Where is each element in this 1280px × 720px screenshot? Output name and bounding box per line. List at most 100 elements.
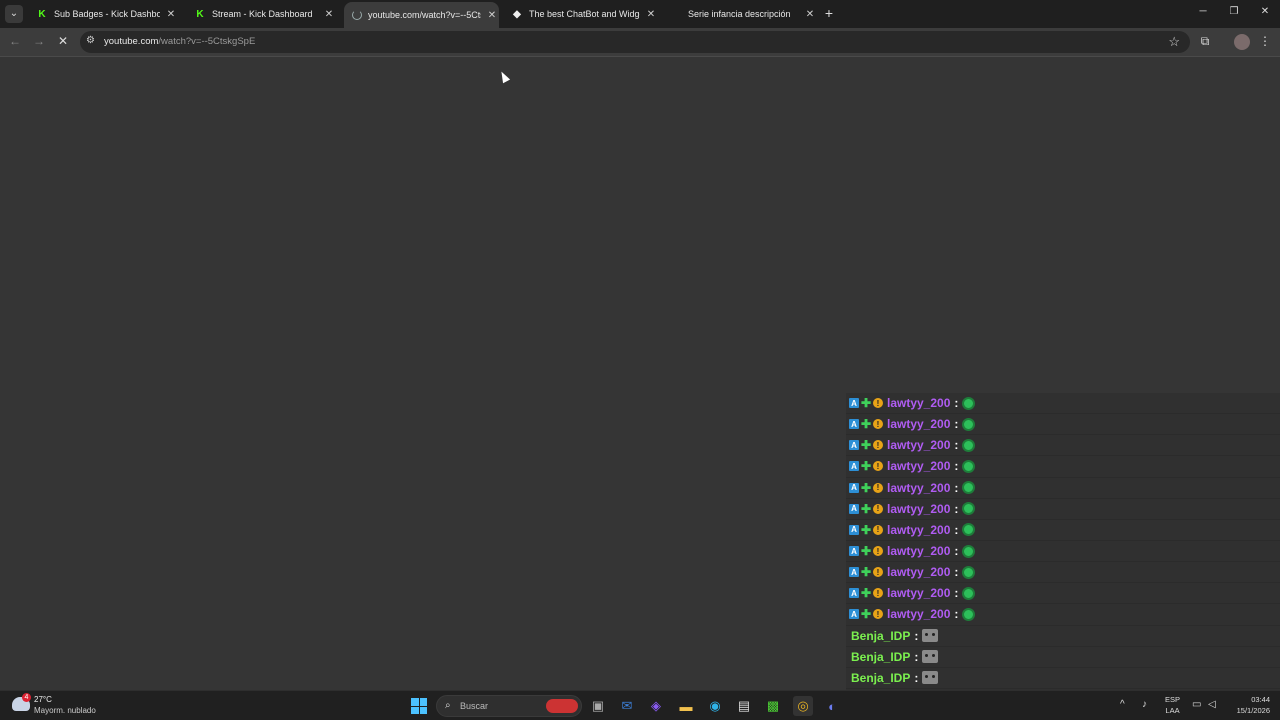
arrow-right-icon: → <box>33 34 45 48</box>
search-highlight-icon <box>546 699 578 713</box>
chat-username[interactable]: lawtyy_200 <box>887 565 950 579</box>
url-text[interactable]: youtube.com/watch?v=--5CtskgSpE <box>104 36 255 47</box>
taskbar-search[interactable]: ⌕ Buscar <box>436 695 582 717</box>
close-icon[interactable]: ✕ <box>485 10 499 21</box>
gift-emote-icon <box>962 459 976 473</box>
chat-message: A ✚! lawtyy_200: <box>846 393 1280 415</box>
subscriber-badge-icon: ✚ <box>860 417 872 432</box>
new-tab-button[interactable]: + <box>822 6 836 20</box>
network-icon[interactable]: ▭ <box>1192 699 1201 710</box>
close-icon[interactable]: ✕ <box>644 9 658 20</box>
close-window-button[interactable]: ✕ <box>1258 6 1272 17</box>
gifter-badge-icon: ! <box>873 461 883 472</box>
close-icon[interactable]: ✕ <box>322 9 336 20</box>
browser-tab-strip: ⌄ K Sub Badges - Kick Dashboard ✕ K Stre… <box>0 0 1280 28</box>
gifter-badge-icon: ! <box>873 609 883 620</box>
search-placeholder: Buscar <box>460 701 489 711</box>
loading-spinner-icon <box>352 10 362 20</box>
weather-condition[interactable]: Mayorm. nublado <box>34 706 96 715</box>
clock-date: 15/1/2026 <box>1236 706 1270 715</box>
profile-avatar[interactable] <box>1234 34 1250 50</box>
chat-username[interactable]: lawtyy_200 <box>887 438 950 452</box>
system-clock[interactable]: 03:44 15/1/2026 <box>1228 694 1270 716</box>
tab-sub-badges[interactable]: K Sub Badges - Kick Dashboard ✕ <box>28 3 178 25</box>
windows-start-icon[interactable] <box>411 698 427 714</box>
chat-username[interactable]: Benja_IDP <box>851 650 910 664</box>
chat-username[interactable]: lawtyy_200 <box>887 481 950 495</box>
moderator-badge-icon: A <box>849 440 859 451</box>
gifter-badge-icon: ! <box>873 419 883 430</box>
moderator-badge-icon: A <box>849 461 859 472</box>
site-info-icon[interactable]: ⚙ <box>86 35 95 46</box>
mail-icon[interactable]: ✉ <box>617 696 637 716</box>
minimize-button[interactable]: ─ <box>1196 6 1210 17</box>
tab-stream[interactable]: K Stream - Kick Dashboard ✕ <box>186 3 336 25</box>
minecraft-icon[interactable]: ▩ <box>763 696 783 716</box>
chat-username[interactable]: lawtyy_200 <box>887 396 950 410</box>
chat-separator: : <box>954 417 959 432</box>
chat-username[interactable]: lawtyy_200 <box>887 586 950 600</box>
subscriber-badge-icon: ✚ <box>860 544 872 559</box>
chat-message: A ✚! lawtyy_200: <box>846 540 1280 563</box>
menu-button[interactable]: ⋮ <box>1257 34 1273 48</box>
chat-username[interactable]: Benja_IDP <box>851 629 910 643</box>
kick-logo-icon: K <box>196 8 204 20</box>
chat-username[interactable]: lawtyy_200 <box>887 417 950 431</box>
store-icon[interactable]: ▤ <box>734 696 754 716</box>
chevron-up-icon[interactable]: ^ <box>1120 699 1125 710</box>
lang-code: ESP <box>1165 695 1181 704</box>
chat-username[interactable]: lawtyy_200 <box>887 459 950 473</box>
tab-youtube[interactable]: youtube.com/watch?v=--5Ctsk ✕ <box>344 2 499 28</box>
tab-serie[interactable]: Serie infancia descripción ✕ <box>662 3 817 25</box>
moderator-badge-icon: A <box>849 419 859 430</box>
back-button[interactable]: ← <box>7 34 23 48</box>
tab-chatbot[interactable]: ◆ The best ChatBot and Widgets ✕ <box>503 3 658 25</box>
chevron-down-icon: ⌄ <box>9 8 19 19</box>
task-view-icon[interactable]: ▣ <box>588 696 608 716</box>
chat-username[interactable]: lawtyy_200 <box>887 607 950 621</box>
chat-message: A ✚! lawtyy_200: <box>846 414 1280 436</box>
input-language[interactable]: ESP LAA <box>1165 694 1180 716</box>
gifter-badge-icon: ! <box>873 398 883 409</box>
extensions-button[interactable]: ⧉ <box>1197 34 1213 49</box>
chat-message: Benja_IDP: <box>846 625 1280 647</box>
cat-emote-icon <box>922 650 939 664</box>
gift-emote-icon <box>962 438 976 452</box>
gifter-badge-icon: ! <box>873 440 883 451</box>
restore-button[interactable]: ❐ <box>1227 6 1241 17</box>
chat-message: A ✚! lawtyy_200: <box>846 583 1280 605</box>
chat-username[interactable]: lawtyy_200 <box>887 544 950 558</box>
discord-icon[interactable]: ◐ <box>822 696 842 716</box>
address-bar[interactable]: ⚙ youtube.com/watch?v=--5CtskgSpE ☆ <box>80 31 1190 53</box>
chat-username[interactable]: lawtyy_200 <box>887 502 950 516</box>
puzzle-icon: ⧉ <box>1200 34 1210 48</box>
tab-title: Sub Badges - Kick Dashboard <box>54 9 160 19</box>
chat-username[interactable]: Benja_IDP <box>851 671 910 685</box>
notification-badge: 4 <box>22 693 31 702</box>
tab-title: The best ChatBot and Widgets <box>529 9 640 19</box>
speaker-icon[interactable]: ◁ <box>1208 699 1216 710</box>
stop-loading-button[interactable]: ✕ <box>55 34 71 48</box>
chat-separator: : <box>914 649 919 664</box>
close-icon[interactable]: ✕ <box>803 9 817 20</box>
gift-emote-icon <box>962 607 976 621</box>
tab-title: Stream - Kick Dashboard <box>212 9 313 19</box>
moderator-badge-icon: A <box>849 567 859 578</box>
microphone-icon[interactable]: ♪ <box>1142 699 1147 710</box>
bookmark-star-icon[interactable]: ☆ <box>1168 34 1180 50</box>
forward-button[interactable]: → <box>31 34 47 48</box>
weather-temp[interactable]: 27°C <box>34 695 52 704</box>
file-explorer-icon[interactable]: ▬ <box>676 696 696 716</box>
close-icon[interactable]: ✕ <box>164 9 178 20</box>
copilot-icon[interactable]: ◈ <box>646 696 666 716</box>
gift-emote-icon <box>962 417 976 431</box>
gift-emote-icon <box>962 396 976 410</box>
chrome-icon[interactable]: ◎ <box>793 696 813 716</box>
chat-message: A ✚! lawtyy_200: <box>846 477 1280 499</box>
lang-layout: LAA <box>1165 706 1180 715</box>
edge-icon[interactable]: ◉ <box>705 696 725 716</box>
chat-message: A ✚! lawtyy_200: <box>846 562 1280 584</box>
tab-search-button[interactable]: ⌄ <box>5 5 23 23</box>
chat-separator: : <box>954 586 959 601</box>
chat-username[interactable]: lawtyy_200 <box>887 523 950 537</box>
